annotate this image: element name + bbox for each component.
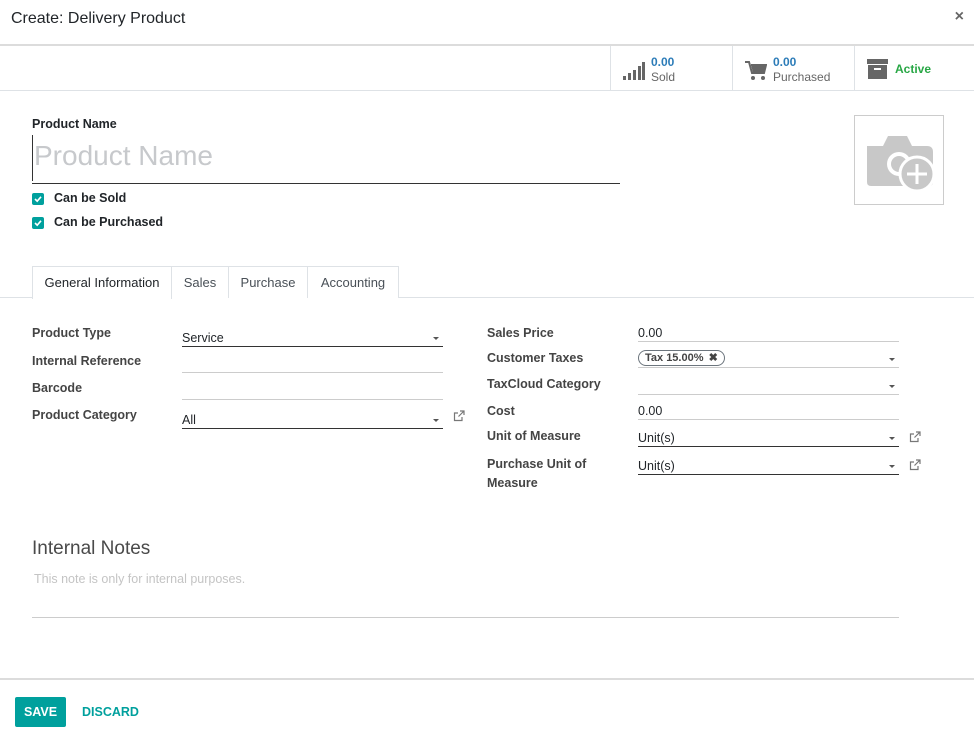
unit-of-measure-value: Unit(s) bbox=[638, 431, 675, 445]
barcode-label: Barcode bbox=[32, 381, 83, 395]
chevron-down-icon bbox=[889, 358, 895, 361]
external-link-icon[interactable] bbox=[909, 431, 921, 443]
can-be-sold-checkbox[interactable] bbox=[32, 193, 44, 205]
product-type-label: Product Type bbox=[32, 326, 111, 340]
sold-label: Sold bbox=[651, 70, 676, 84]
product-type-value: Service bbox=[182, 331, 224, 345]
sold-value: 0.00 bbox=[651, 55, 675, 69]
shopping-cart-icon bbox=[745, 61, 767, 80]
tab-sales[interactable]: Sales bbox=[171, 266, 229, 298]
product-category-select[interactable]: All bbox=[182, 409, 443, 429]
chevron-down-icon bbox=[433, 419, 439, 422]
internal-notes-input[interactable]: This note is only for internal purposes. bbox=[34, 572, 245, 586]
internal-notes-title: Internal Notes bbox=[32, 538, 151, 559]
purchased-label: Purchased bbox=[773, 70, 831, 84]
chevron-down-icon bbox=[889, 437, 895, 440]
internal-reference-label: Internal Reference bbox=[32, 354, 142, 368]
tax-tag: Tax 15.00% ✖ bbox=[638, 350, 725, 366]
external-link-icon[interactable] bbox=[909, 459, 921, 471]
remove-tag-icon[interactable]: ✖ bbox=[709, 352, 718, 364]
taxcloud-category-select[interactable] bbox=[638, 375, 899, 395]
sales-price-value: 0.00 bbox=[638, 326, 663, 340]
check-icon bbox=[34, 220, 42, 227]
unit-of-measure-label: Unit of Measure bbox=[487, 429, 581, 443]
chevron-down-icon bbox=[433, 337, 439, 340]
barcode-input[interactable] bbox=[182, 380, 443, 400]
tax-tag-label: Tax 15.00% bbox=[645, 352, 704, 364]
archive-icon bbox=[867, 59, 888, 79]
product-name-label: Product Name bbox=[32, 117, 117, 131]
save-button[interactable]: SAVE bbox=[15, 697, 66, 727]
camera-plus-icon bbox=[867, 136, 936, 193]
discard-button[interactable]: DISCARD bbox=[82, 705, 139, 719]
check-icon bbox=[34, 196, 42, 203]
modal-header: Create: Delivery Product × bbox=[0, 0, 974, 46]
tab-accounting[interactable]: Accounting bbox=[307, 266, 399, 298]
customer-taxes-label: Customer Taxes bbox=[487, 351, 584, 365]
internal-reference-input[interactable] bbox=[182, 353, 443, 373]
cost-input[interactable]: 0.00 bbox=[638, 400, 899, 420]
sales-price-label: Sales Price bbox=[487, 326, 554, 340]
product-category-value: All bbox=[182, 413, 196, 427]
tab-purchase[interactable]: Purchase bbox=[228, 266, 308, 298]
text-cursor bbox=[32, 135, 33, 181]
can-be-purchased-label: Can be Purchased bbox=[54, 215, 164, 229]
signal-bars-icon bbox=[623, 62, 645, 80]
sold-stat-button[interactable]: 0.00 Sold bbox=[610, 46, 732, 91]
product-image-upload[interactable] bbox=[854, 115, 944, 205]
can-be-sold-label: Can be Sold bbox=[54, 191, 127, 205]
purchase-uom-select[interactable]: Unit(s) bbox=[638, 455, 899, 475]
active-label: Active bbox=[895, 62, 932, 76]
cost-label: Cost bbox=[487, 404, 515, 418]
purchase-uom-label-line2: Measure bbox=[487, 476, 538, 490]
chevron-down-icon bbox=[889, 465, 895, 468]
purchased-value: 0.00 bbox=[773, 55, 797, 69]
sales-price-input[interactable]: 0.00 bbox=[638, 322, 899, 342]
taxcloud-category-label: TaxCloud Category bbox=[487, 377, 601, 391]
product-category-label: Product Category bbox=[32, 408, 137, 422]
external-link-icon[interactable] bbox=[453, 410, 465, 422]
product-name-placeholder: Product Name bbox=[34, 140, 213, 171]
purchase-uom-value: Unit(s) bbox=[638, 459, 675, 473]
stat-button-box: 0.00 Sold 0.00 Purchased Active bbox=[0, 46, 974, 91]
modal-title: Create: Delivery Product bbox=[11, 10, 186, 27]
modal-footer bbox=[0, 678, 974, 747]
purchased-stat-button[interactable]: 0.00 Purchased bbox=[732, 46, 854, 91]
tab-general-information[interactable]: General Information bbox=[32, 266, 172, 299]
chevron-down-icon bbox=[889, 385, 895, 388]
cost-value: 0.00 bbox=[638, 404, 663, 418]
can-be-purchased-checkbox[interactable] bbox=[32, 217, 44, 229]
notes-divider bbox=[32, 617, 899, 618]
unit-of-measure-select[interactable]: Unit(s) bbox=[638, 427, 899, 447]
close-icon[interactable]: × bbox=[955, 8, 964, 26]
purchase-uom-label-line1: Purchase Unit of bbox=[487, 457, 587, 471]
active-toggle-button[interactable]: Active bbox=[854, 46, 974, 91]
product-type-select[interactable]: Service bbox=[182, 327, 443, 347]
